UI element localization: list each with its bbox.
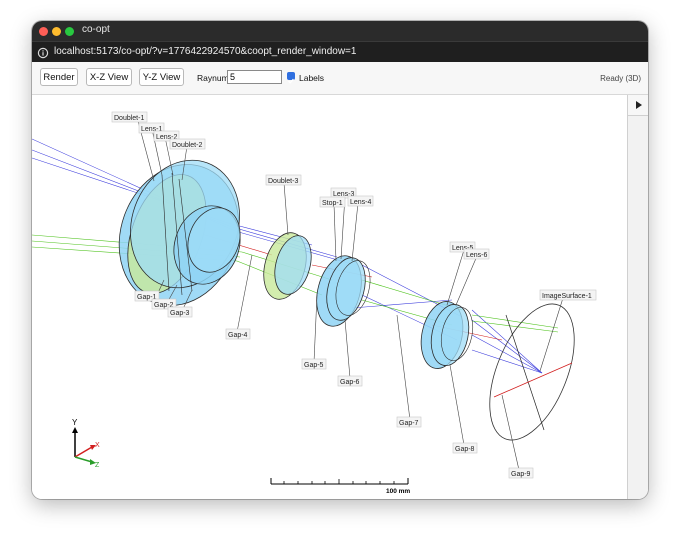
checkmark-icon — [288, 78, 294, 84]
minimize-window-button[interactable] — [52, 27, 61, 36]
lens-group-3 — [420, 301, 474, 369]
side-panel-toggle[interactable] — [628, 95, 648, 116]
label-lens-6: Lens-6 — [466, 252, 488, 259]
label-gap-7: Gap-7 — [399, 420, 419, 427]
axis-y-label: Y — [72, 418, 78, 427]
close-window-button[interactable] — [39, 27, 48, 36]
label-gap-5: Gap-5 — [304, 362, 324, 369]
toolbar: Render X-Z View Y-Z View Raynum Labels R… — [32, 62, 648, 95]
label-doublet-2: Doublet-2 — [172, 142, 202, 149]
lens-group-1 — [118, 159, 241, 306]
info-icon[interactable] — [37, 46, 49, 59]
axis-z-label: Z — [95, 462, 100, 469]
url-text[interactable]: localhost:5173/co-opt/?v=1776422924570&c… — [54, 46, 356, 57]
label-lens-4: Lens-4 — [350, 199, 372, 206]
label-gap-8: Gap-8 — [455, 446, 475, 453]
address-bar[interactable]: localhost:5173/co-opt/?v=1776422924570&c… — [32, 41, 648, 63]
scale-bar: 100 mm — [270, 478, 410, 495]
labels-checkbox-label: Labels — [299, 73, 325, 83]
label-gap-4: Gap-4 — [228, 332, 248, 339]
play-triangle-icon — [636, 101, 642, 109]
xz-view-button[interactable]: X-Z View — [86, 68, 132, 86]
label-stop-1: Stop-1 — [322, 200, 343, 207]
axes-triad: Y X Z — [72, 418, 100, 469]
optical-layout-canvas[interactable]: .lbl { font-size:7px; fill:#222; } .lblb… — [32, 95, 627, 499]
title-bar: co-opt — [32, 21, 648, 41]
axis-x-label: X — [95, 442, 100, 449]
yz-view-button[interactable]: Y-Z View — [139, 68, 184, 86]
label-gap-6: Gap-6 — [340, 379, 360, 386]
render-button[interactable]: Render — [40, 68, 78, 86]
label-doublet-3: Doublet-3 — [268, 178, 298, 185]
label-gap-9: Gap-9 — [511, 471, 531, 478]
scale-bar-label: 100 mm — [386, 488, 410, 495]
status-text: Ready (3D) — [600, 74, 641, 83]
label-imagesurface-1: ImageSurface-1 — [542, 293, 592, 300]
3d-viewport[interactable]: .lbl { font-size:7px; fill:#222; } .lblb… — [32, 95, 627, 499]
side-panel — [627, 95, 648, 499]
label-gap-3: Gap-3 — [170, 310, 190, 317]
window-title: co-opt — [82, 24, 110, 35]
app-window: co-opt localhost:5173/co-opt/?v=17764229… — [32, 21, 648, 499]
labels-checkbox[interactable] — [287, 72, 295, 84]
label-doublet-1: Doublet-1 — [114, 115, 144, 122]
raynum-label: Raynum — [197, 73, 229, 83]
raynum-input[interactable] — [227, 70, 282, 84]
maximize-window-button[interactable] — [65, 27, 74, 36]
image-surface — [489, 303, 575, 441]
